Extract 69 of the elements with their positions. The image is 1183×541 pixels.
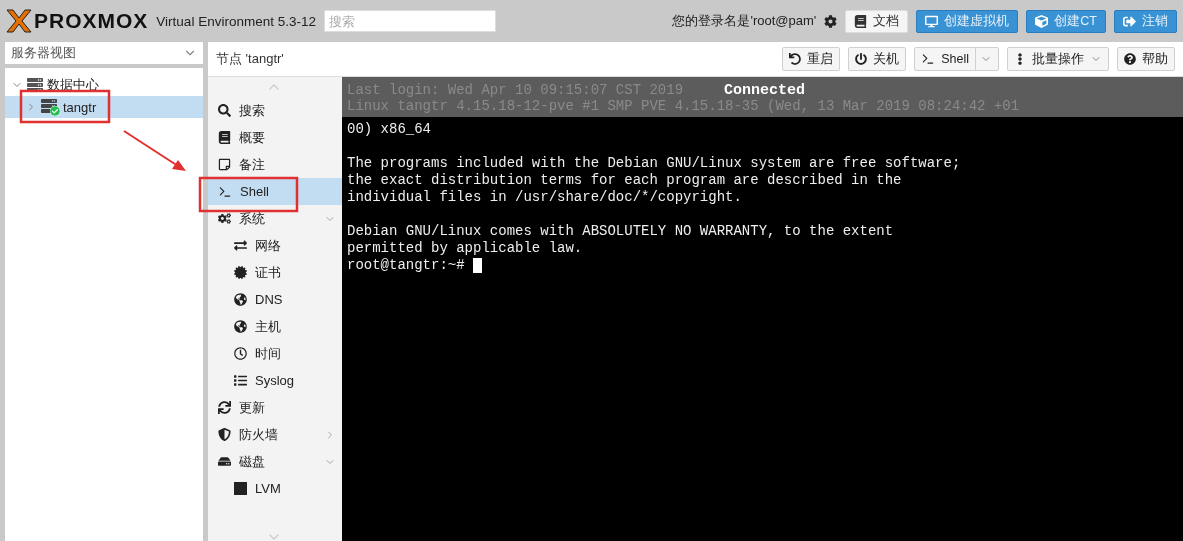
tree-label: tangtr xyxy=(63,99,97,115)
search-field[interactable]: 搜索 xyxy=(323,10,496,32)
nav-icon xyxy=(218,131,231,144)
nav-item[interactable]: Shell xyxy=(208,178,342,205)
terminal-line: individual files in /usr/share/doc/*/copyright. xyxy=(346,189,743,206)
connection-status: Connected xyxy=(724,82,805,99)
nav-icon xyxy=(234,293,247,306)
login-name: 您的登录名是'root@pam' xyxy=(672,12,817,30)
terminal-icon xyxy=(921,52,936,66)
header-button[interactable]: 文档 xyxy=(845,9,909,33)
toolbar-button[interactable]: 帮助 xyxy=(1117,47,1175,71)
terminal-line: Debian GNU/Linux comes with ABSOLUTELY NO WARRANTY, to the extent xyxy=(346,223,895,240)
nav-icon xyxy=(234,374,247,387)
server-ok-icon xyxy=(41,98,59,116)
arrow-drawing xyxy=(123,130,186,171)
nav-item[interactable]: Syslog xyxy=(208,367,342,394)
nav-icon xyxy=(234,239,247,252)
toolbar-button[interactable]: 重启 xyxy=(782,47,841,71)
nav-icon xyxy=(218,401,231,414)
nav-item[interactable]: 概要 xyxy=(208,124,342,151)
tree-item[interactable]: 数据中心 xyxy=(5,74,203,96)
view-select[interactable]: 服务器视图 xyxy=(5,42,203,64)
cube-icon xyxy=(1035,14,1049,28)
nav-icon xyxy=(218,212,231,225)
terminal-line: 00) x86_64 xyxy=(346,121,432,138)
nav-item[interactable]: 更新 xyxy=(208,394,342,421)
nav-icon xyxy=(234,320,247,333)
tree-label: 数据中心 xyxy=(47,76,99,94)
settings-icon[interactable] xyxy=(824,14,838,28)
server-stack-icon xyxy=(27,77,43,93)
terminal-icon xyxy=(218,184,232,199)
nav-icon xyxy=(218,455,231,468)
shell-split-button[interactable]: Shell xyxy=(914,47,999,71)
toolbar-button[interactable]: 关机 xyxy=(848,47,907,71)
book-icon xyxy=(854,14,868,28)
terminal-line: permitted by applicable law. xyxy=(346,240,584,257)
logo-x-icon xyxy=(6,9,32,33)
nav-item[interactable]: LVM xyxy=(208,475,342,502)
product-version: Virtual Environment 5.3-12 xyxy=(156,13,316,29)
nav-item[interactable]: 证书 xyxy=(208,259,342,286)
nav-item[interactable]: 系统 xyxy=(208,205,342,232)
help-icon xyxy=(1124,53,1136,65)
nav-item[interactable]: 搜索 xyxy=(208,97,342,124)
cursor xyxy=(472,258,482,273)
nav-item[interactable]: 网络 xyxy=(208,232,342,259)
nav-item[interactable]: 磁盘 xyxy=(208,448,342,475)
nav-icon xyxy=(218,428,231,441)
nav-item[interactable]: DNS xyxy=(208,286,342,313)
terminal-prompt: root@tangtr:~# xyxy=(347,257,465,274)
nav-icon xyxy=(218,104,231,117)
nav-item[interactable]: 时间 xyxy=(208,340,342,367)
monitor-icon xyxy=(925,14,939,28)
toolbar-button[interactable]: 批量操作 xyxy=(1007,47,1109,71)
terminal-line: the exact distribution terms for each program are described in the xyxy=(346,172,903,189)
nav-item[interactable]: 主机 xyxy=(208,313,342,340)
panel-title: 节点 'tangtr' xyxy=(216,50,284,68)
nav-item[interactable]: 防火墙 xyxy=(208,421,342,448)
logo-text: PROXMOX xyxy=(34,9,149,33)
sign-out-icon xyxy=(1123,14,1136,28)
nav-icon xyxy=(234,266,247,279)
nav-icon xyxy=(218,158,231,171)
terminal[interactable] xyxy=(342,77,1183,541)
power-icon xyxy=(855,53,868,65)
nav-icon xyxy=(234,482,247,495)
nav-icon xyxy=(234,347,247,360)
terminal-line: The programs included with the Debian GNU/Linux system are free software; xyxy=(346,155,962,172)
undo-icon xyxy=(789,53,802,65)
nav-item[interactable]: 备注 xyxy=(208,151,342,178)
tree-item[interactable]: tangtr xyxy=(5,96,203,118)
